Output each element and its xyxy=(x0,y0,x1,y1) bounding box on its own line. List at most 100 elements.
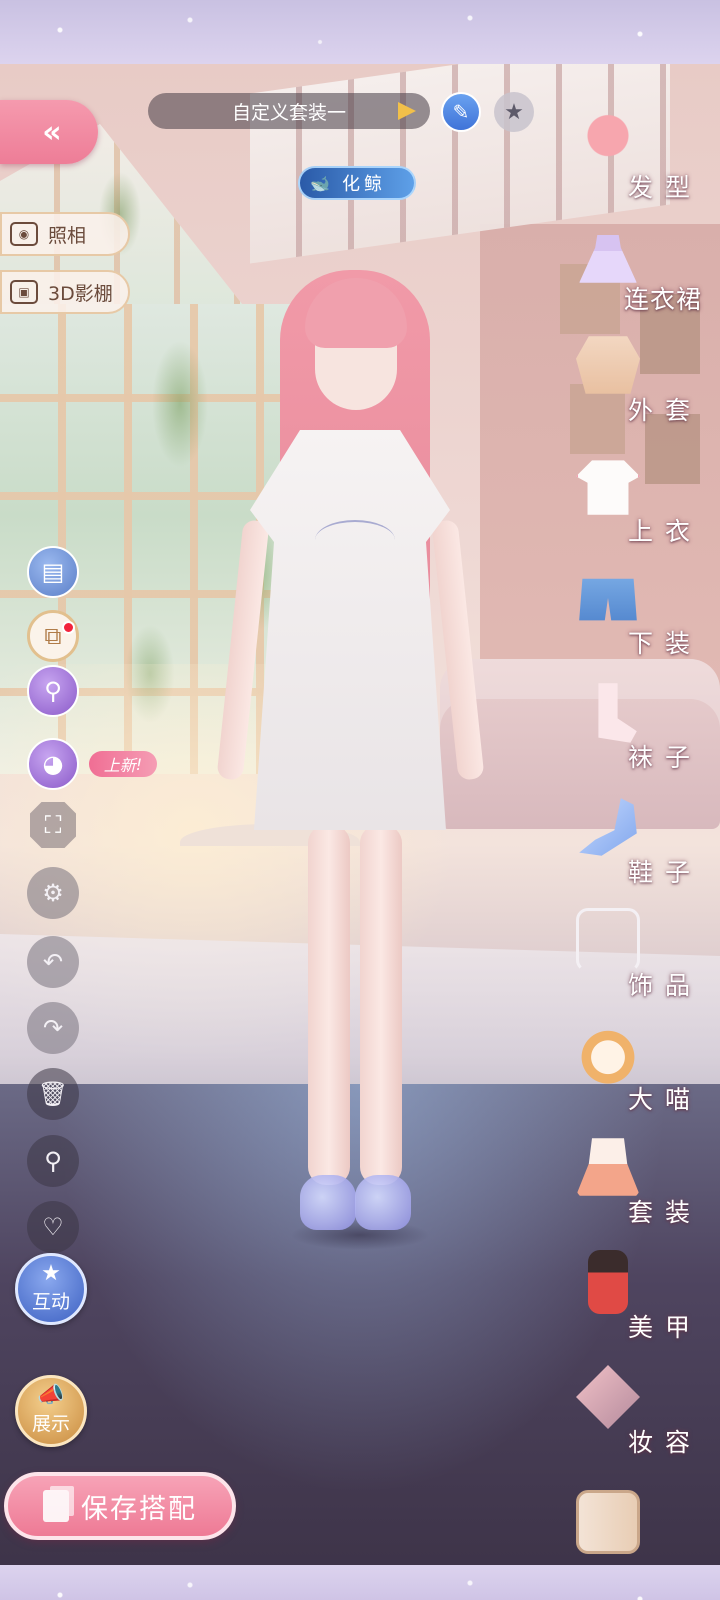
fullscreen-icon: ⛶ xyxy=(44,811,62,839)
back-button[interactable]: « xyxy=(0,100,98,164)
layers-plus-icon: ⧉ xyxy=(44,622,62,650)
layer-tool-button[interactable]: ⧉ xyxy=(27,610,79,662)
nail-polish-icon xyxy=(588,1250,628,1314)
trash-icon: 🗑 xyxy=(37,1080,69,1108)
document-icon xyxy=(43,1490,69,1522)
notification-dot xyxy=(62,621,75,634)
category-coat[interactable]: 外套 xyxy=(572,333,720,443)
search-icon: ⚲ xyxy=(44,1147,62,1175)
hair-icon xyxy=(576,110,640,174)
save-outfit-button[interactable]: 保存搭配 xyxy=(4,1472,236,1540)
undo-icon: ↶ xyxy=(42,948,64,976)
favorite-button[interactable]: ★ xyxy=(494,92,534,132)
cat-icon xyxy=(576,1022,640,1086)
makeup-icon xyxy=(576,1365,640,1429)
category-accessories[interactable]: 饰品 xyxy=(572,908,720,1018)
delete-button[interactable]: 🗑 xyxy=(27,1068,79,1120)
whale-icon: 🐋 xyxy=(310,174,330,193)
socks-icon xyxy=(598,683,637,743)
interact-button[interactable]: ★ 互动 xyxy=(15,1253,87,1325)
favorite-heart-button[interactable]: ♡ xyxy=(27,1201,79,1253)
category-dress[interactable]: 连衣裙 xyxy=(572,222,720,332)
top-frame-border xyxy=(0,0,720,64)
clipboard-icon: ▤ xyxy=(41,558,65,586)
category-label: 妆容 xyxy=(627,1428,702,1457)
fullscreen-button[interactable]: ⛶ xyxy=(30,802,76,848)
save-outfit-label: 保存搭配 xyxy=(81,1493,197,1525)
double-chevron-left-icon: « xyxy=(42,114,62,150)
magnifier-swap-icon: ⚲ xyxy=(44,677,62,705)
camera-icon: ◉ xyxy=(10,222,38,246)
character-right-shoe xyxy=(355,1175,411,1230)
pants-icon xyxy=(579,578,637,621)
character-right-leg xyxy=(360,825,402,1185)
category-label: 鞋子 xyxy=(627,858,702,887)
edit-outfit-button[interactable]: ✎ xyxy=(441,92,481,132)
category-shoes[interactable]: 鞋子 xyxy=(572,795,720,905)
new-badge-label: 上新 xyxy=(103,756,136,775)
photo-label: 照相 xyxy=(48,224,87,247)
gear-icon: ⚙ xyxy=(42,879,64,907)
category-socks[interactable]: 袜子 xyxy=(572,680,720,790)
character-tshirt-dress xyxy=(250,430,450,830)
outfit-name-selector[interactable]: 自定义套装一 xyxy=(148,93,430,129)
category-label: 外套 xyxy=(627,396,702,425)
category-label: 饰品 xyxy=(627,971,702,1000)
star-icon: ★ xyxy=(504,99,524,125)
character-left-leg xyxy=(308,825,350,1185)
shoes-icon xyxy=(579,798,637,856)
palette-icon: ◕ xyxy=(42,750,64,778)
category-cat[interactable]: 大喵 xyxy=(572,1022,720,1132)
dress-print-graphic xyxy=(315,520,395,560)
search-button[interactable]: ⚲ xyxy=(27,1135,79,1187)
studio-label: 3D影棚 xyxy=(48,282,113,305)
search-style-button[interactable]: ⚲ xyxy=(27,665,79,717)
new-items-badge: 上新! xyxy=(89,751,157,777)
megaphone-icon: 📣 xyxy=(37,1383,65,1408)
wardrobe-tool-button[interactable]: ▤ xyxy=(27,546,79,598)
dress-icon xyxy=(579,228,637,283)
category-top[interactable]: 上衣 xyxy=(572,454,720,564)
character-left-shoe xyxy=(300,1175,356,1230)
settings-button[interactable]: ⚙ xyxy=(27,867,79,919)
undo-button[interactable]: ↶ xyxy=(27,936,79,988)
character-skin-badge[interactable]: 🐋 化鲸 xyxy=(298,166,416,200)
bottom-frame-border xyxy=(0,1565,720,1600)
skin-badge-label: 化鲸 xyxy=(342,174,386,195)
coat-icon xyxy=(576,336,640,394)
cube-icon: ▣ xyxy=(10,280,38,304)
photo-button[interactable]: ◉ 照相 xyxy=(0,212,130,256)
redo-icon: ↷ xyxy=(42,1014,64,1042)
outfit-set-icon xyxy=(576,1138,640,1196)
outfit-name-label: 自定义套装一 xyxy=(231,101,346,124)
eyeshadow-palette-icon xyxy=(576,1490,640,1554)
category-label: 套装 xyxy=(627,1198,702,1227)
accessory-icon xyxy=(576,908,640,972)
category-label: 上衣 xyxy=(627,517,702,546)
category-palette-partial[interactable] xyxy=(572,1490,720,1560)
redo-button[interactable]: ↷ xyxy=(27,1002,79,1054)
category-bottoms[interactable]: 下装 xyxy=(572,566,720,676)
category-label: 连衣裙 xyxy=(623,285,702,314)
pencil-icon: ✎ xyxy=(452,100,470,124)
display-label: 展示 xyxy=(31,1413,70,1435)
heart-icon: ♡ xyxy=(42,1213,64,1241)
interact-label: 互动 xyxy=(31,1291,70,1313)
category-hair[interactable]: 发型 xyxy=(572,110,720,220)
category-makeup[interactable]: 妆容 xyxy=(572,1365,720,1475)
category-label: 下装 xyxy=(627,629,702,658)
player-character[interactable] xyxy=(216,270,485,1330)
category-label: 大喵 xyxy=(627,1085,702,1114)
display-button[interactable]: 📣 展示 xyxy=(15,1375,87,1447)
star-icon: ★ xyxy=(41,1261,61,1286)
category-label: 袜子 xyxy=(627,743,702,772)
category-nails[interactable]: 美甲 xyxy=(572,1250,720,1360)
paper-plane-icon xyxy=(398,102,416,120)
category-label: 发型 xyxy=(627,173,702,202)
palette-button[interactable]: ◕ xyxy=(27,738,79,790)
category-label: 美甲 xyxy=(627,1313,702,1342)
category-outfit-set[interactable]: 套装 xyxy=(572,1135,720,1245)
new-badge-mark: ! xyxy=(135,754,143,774)
top-icon xyxy=(576,460,640,515)
3d-studio-button[interactable]: ▣ 3D影棚 xyxy=(0,270,130,314)
